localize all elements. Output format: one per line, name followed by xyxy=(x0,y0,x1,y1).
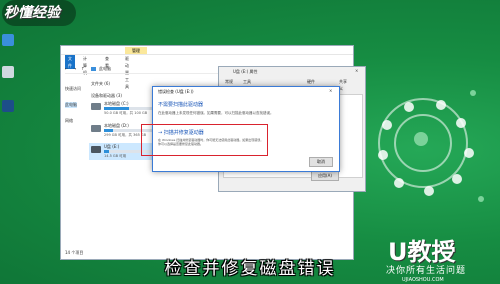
properties-title: U盘 (E:) 属性 xyxy=(233,69,258,74)
decorative-dot xyxy=(414,132,428,146)
folders-section-header[interactable]: 文件夹 (6) xyxy=(91,81,110,87)
hard-drive-icon xyxy=(91,103,101,110)
properties-close-button[interactable]: × xyxy=(355,68,358,74)
explorer-titlebar: 管理 xyxy=(61,46,353,55)
tab-general[interactable]: 常规 xyxy=(225,79,233,85)
nav-this-pc[interactable]: 此电脑 xyxy=(65,102,77,108)
brand-logo: U教授 xyxy=(388,238,456,266)
dialog-title: 错误检查 (U盘 (E:)) xyxy=(158,89,194,94)
tab-sharing[interactable]: 共享 xyxy=(339,79,347,85)
apply-button[interactable]: 应用(A) xyxy=(311,171,339,181)
scan-repair-description: 在 Windows 扫描并修复驱动器时，你可能无法使用此驱动器。如果出现错误，你… xyxy=(158,138,264,146)
scan-repair-title: → 扫描并修复驱动器 xyxy=(158,130,204,136)
desktop-app-icon[interactable] xyxy=(2,100,14,112)
pc-icon xyxy=(91,67,96,71)
decorative-dot xyxy=(378,150,388,160)
error-check-dialog: 错误检查 (U盘 (E:)) × 不需要扫描此驱动器 在此驱动器上未发现任何错误… xyxy=(141,86,340,172)
tab-hardware[interactable]: 硬件 xyxy=(307,79,315,85)
brand-url: UJIAOSHOU.COM xyxy=(402,277,444,283)
logo-text: 秒懂经验 xyxy=(4,5,60,21)
decorative-dot xyxy=(452,174,462,184)
desktop-recycle-icon[interactable] xyxy=(2,66,14,78)
drives-section-header[interactable]: 设备和驱动器 (3) xyxy=(91,93,122,99)
decorative-dot xyxy=(478,196,484,202)
scan-repair-option[interactable]: → 扫描并修复驱动器 在 Windows 扫描并修复驱动器时，你可能无法使用此驱… xyxy=(141,124,268,156)
drive-usage-fill xyxy=(104,129,113,132)
dialog-heading: 不需要扫描此驱动器 xyxy=(158,102,204,108)
nav-network[interactable]: 网络 xyxy=(65,118,73,124)
decorative-dot xyxy=(394,178,404,188)
decorative-dot xyxy=(436,100,446,110)
drive-usage-bar xyxy=(104,107,154,110)
drive-usage-fill xyxy=(104,150,109,153)
nav-quick-access[interactable]: 快速访问 xyxy=(65,86,81,92)
back-button[interactable]: ← xyxy=(65,66,68,72)
cancel-button[interactable]: 取消 xyxy=(309,157,333,167)
decorative-dot xyxy=(456,118,466,128)
hard-drive-icon xyxy=(91,125,101,132)
decorative-dot xyxy=(470,90,476,96)
manage-tab[interactable]: 管理 xyxy=(125,47,147,54)
drive-space: 299 GB 可用，共 365 GB xyxy=(104,133,147,137)
address-text[interactable]: 此电脑 xyxy=(99,66,111,72)
drive-space: 50.0 GB 可用，共 100 GB xyxy=(104,111,148,115)
up-button[interactable]: ↑ xyxy=(81,66,84,72)
usb-drive-icon xyxy=(91,146,101,153)
drive-item[interactable]: 本地磁盘 (C:) 50.0 GB 可用，共 100 GB xyxy=(91,101,161,117)
dialog-close-button[interactable]: × xyxy=(329,88,332,94)
dialog-body: 在此驱动器上未发现任何错误。如果需要，可以扫描此驱动器以查找错误。 xyxy=(158,111,274,115)
desktop-pc-icon[interactable] xyxy=(2,34,14,46)
drive-space: 14.5 GB 可用 xyxy=(104,154,127,158)
decorative-dot xyxy=(464,148,474,158)
tab-tools[interactable]: 工具 xyxy=(243,79,251,85)
decorative-dot xyxy=(382,120,392,130)
status-bar: 14 个项目 xyxy=(65,250,84,255)
decorative-dot xyxy=(404,102,414,112)
forward-button[interactable]: → xyxy=(73,66,76,72)
decorative-dot xyxy=(424,186,434,196)
drive-usage-fill xyxy=(104,107,129,110)
